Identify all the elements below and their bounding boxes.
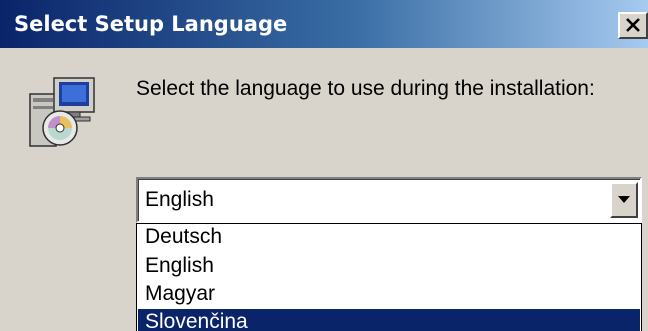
list-item-english[interactable]: English: [138, 253, 640, 279]
list-item-deutsch[interactable]: Deutsch: [138, 224, 640, 250]
setup-language-dialog: Select Setup Language Select the languag…: [0, 0, 648, 331]
close-button[interactable]: [618, 12, 648, 39]
list-item-slovencina[interactable]: Slovenčina: [138, 309, 640, 331]
instruction-label: Select the language to use during the in…: [136, 77, 595, 100]
title-bar[interactable]: Select Setup Language: [0, 0, 648, 48]
window-title: Select Setup Language: [14, 12, 288, 36]
list-item-magyar[interactable]: Magyar: [138, 281, 640, 307]
language-dropdown-list[interactable]: Deutsch English Magyar Slovenčina: [136, 223, 642, 331]
selected-language-value: English: [145, 188, 214, 211]
chevron-down-icon: [618, 196, 630, 203]
close-icon: [626, 18, 640, 32]
dropdown-button[interactable]: [610, 182, 638, 218]
language-combobox[interactable]: English: [136, 177, 642, 223]
setup-computer-cd-icon: [24, 72, 98, 152]
